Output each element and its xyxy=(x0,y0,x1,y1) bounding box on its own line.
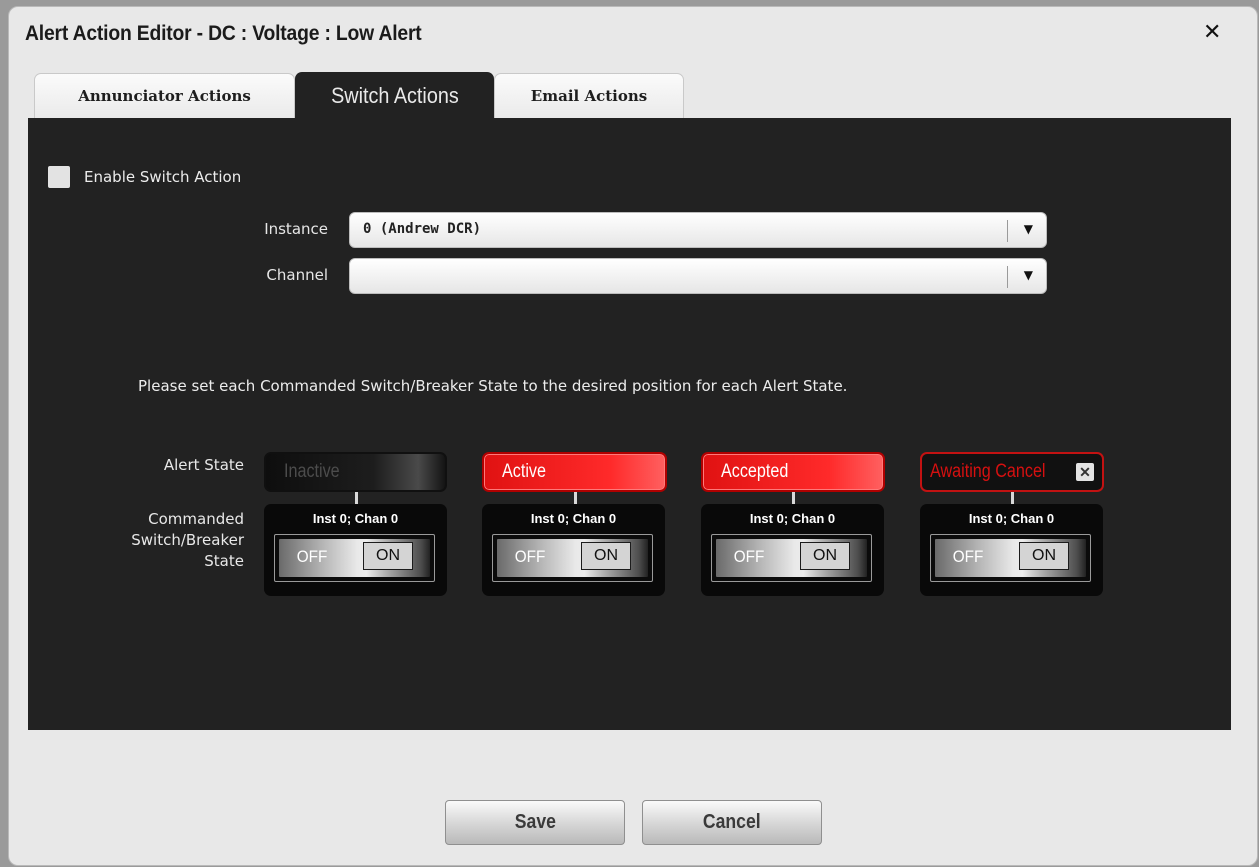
enable-switch-action-row[interactable]: Enable Switch Action xyxy=(48,166,241,188)
commanded-label-line: State xyxy=(204,552,244,570)
commanded-label-line: Switch/Breaker xyxy=(131,531,244,549)
select-divider xyxy=(1007,266,1008,288)
commanded-label-line: Commanded xyxy=(148,510,244,528)
off-on-toggle[interactable]: OFF ON xyxy=(711,534,872,582)
alert-state-label-text: Active xyxy=(502,461,546,482)
dropdown-arrow-icon[interactable]: ▼ xyxy=(1024,268,1033,282)
toggle-on-button[interactable]: ON xyxy=(363,542,413,570)
alert-state-label-text: Inactive xyxy=(284,461,340,482)
select-divider xyxy=(1007,220,1008,242)
alert-state-awaiting-cancel[interactable]: Awaiting Cancel ✕ xyxy=(920,452,1104,492)
off-on-toggle[interactable]: OFF ON xyxy=(930,534,1091,582)
instance-label: Instance xyxy=(264,220,328,238)
tab-label: Annunciator Actions xyxy=(78,87,251,105)
tab-annunciator-actions[interactable]: Annunciator Actions xyxy=(34,73,295,118)
toggle-off-label: OFF xyxy=(514,547,546,566)
switch-control-accepted: Inst 0; Chan 0 OFF ON xyxy=(701,504,884,596)
state-connector xyxy=(1011,492,1014,504)
switch-control-inactive: Inst 0; Chan 0 OFF ON xyxy=(264,504,447,596)
toggle-on-button[interactable]: ON xyxy=(800,542,850,570)
cancel-button-label: Cancel xyxy=(703,811,761,833)
dropdown-arrow-icon[interactable]: ▼ xyxy=(1024,222,1033,236)
alert-state-accepted[interactable]: Accepted xyxy=(701,452,885,492)
dialog-title: Alert Action Editor - DC : Voltage : Low… xyxy=(25,22,422,45)
toggle-on-button[interactable]: ON xyxy=(1019,542,1069,570)
save-button-label: Save xyxy=(514,811,556,833)
toggle-off-label: OFF xyxy=(952,547,984,566)
alert-state-label: Alert State xyxy=(163,456,244,474)
instance-select[interactable]: 0 (Andrew DCR) ▼ xyxy=(349,212,1047,248)
channel-select[interactable]: ▼ xyxy=(349,258,1047,294)
close-icon[interactable]: ✕ xyxy=(1203,20,1221,45)
state-connector xyxy=(355,492,358,504)
switch-control-active: Inst 0; Chan 0 OFF ON xyxy=(482,504,665,596)
alert-state-active[interactable]: Active xyxy=(482,452,667,492)
instance-value: 0 (Andrew DCR) xyxy=(363,221,482,237)
switch-caption: Inst 0; Chan 0 xyxy=(312,511,399,526)
switch-control-awaiting-cancel: Inst 0; Chan 0 OFF ON xyxy=(920,504,1103,596)
alert-state-label-text: Awaiting Cancel xyxy=(930,461,1046,482)
channel-label: Channel xyxy=(266,266,328,284)
tab-label: Switch Actions xyxy=(330,83,459,108)
save-button[interactable]: Save xyxy=(445,800,625,845)
toggle-off-label: OFF xyxy=(733,547,765,566)
alert-state-inactive[interactable]: Inactive xyxy=(264,452,447,492)
enable-switch-action-checkbox[interactable] xyxy=(48,166,70,188)
enable-switch-action-label: Enable Switch Action xyxy=(84,168,242,186)
state-connector xyxy=(574,492,577,504)
switch-caption: Inst 0; Chan 0 xyxy=(749,511,836,526)
alert-state-label-text: Accepted xyxy=(721,461,789,482)
tab-switch-actions[interactable]: Switch Actions xyxy=(295,72,494,119)
toggle-on-button[interactable]: ON xyxy=(581,542,631,570)
commanded-state-label: Commanded Switch/Breaker State xyxy=(24,509,244,572)
instruction-text: Please set each Commanded Switch/Breaker… xyxy=(138,377,848,395)
off-on-toggle[interactable]: OFF ON xyxy=(492,534,653,582)
switch-actions-panel: Enable Switch Action Instance 0 (Andrew … xyxy=(28,118,1231,730)
tab-label: Email Actions xyxy=(530,87,648,105)
switch-caption: Inst 0; Chan 0 xyxy=(530,511,617,526)
tab-email-actions[interactable]: Email Actions xyxy=(494,73,684,118)
toggle-off-label: OFF xyxy=(296,547,328,566)
cancel-x-icon[interactable]: ✕ xyxy=(1076,463,1094,481)
state-connector xyxy=(792,492,795,504)
off-on-toggle[interactable]: OFF ON xyxy=(274,534,435,582)
cancel-button[interactable]: Cancel xyxy=(642,800,822,845)
switch-caption: Inst 0; Chan 0 xyxy=(968,511,1055,526)
